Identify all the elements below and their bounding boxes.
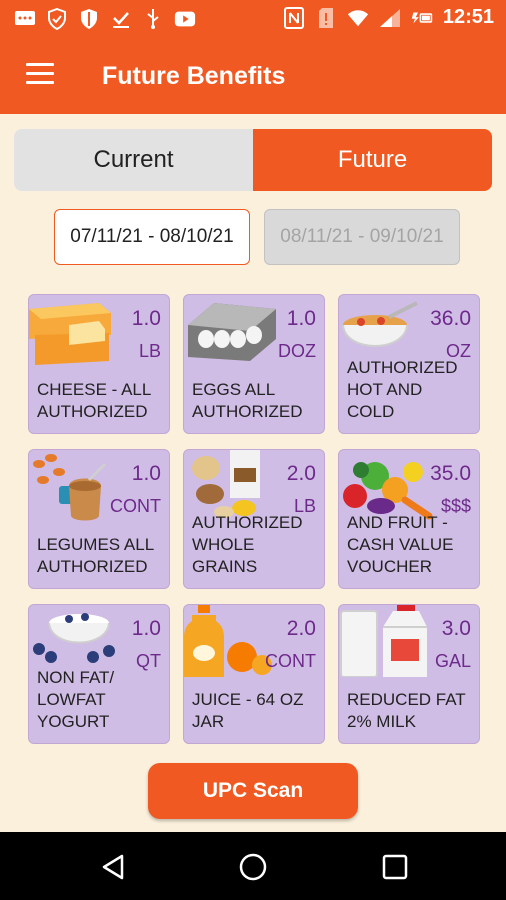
- benefit-unit: GAL: [434, 651, 471, 671]
- benefit-card[interactable]: 1.0 DOZ EGGS ALL AUTHORIZED: [183, 294, 325, 434]
- benefit-description: AUTHORIZED HOT AND COLD: [347, 358, 458, 421]
- tab-future[interactable]: Future: [253, 129, 492, 191]
- shield-icon: [46, 8, 68, 30]
- message-icon: [14, 8, 36, 30]
- battery-charging-icon: [411, 7, 433, 29]
- benefit-quantity: 1.0: [286, 307, 316, 330]
- date-range-future-button[interactable]: 08/11/21 - 09/10/21: [264, 209, 460, 265]
- benefit-unit: CONT: [110, 496, 161, 516]
- status-right-icons: 12:51: [283, 6, 494, 29]
- milk-icon: [340, 605, 427, 677]
- benefit-description: REDUCED FAT 2% MILK: [347, 690, 466, 731]
- benefit-quantity: 35.0: [430, 462, 471, 485]
- status-bar: 12:51: [0, 0, 506, 38]
- benefit-description: EGGS ALL AUTHORIZED: [192, 380, 303, 421]
- wifi-icon: [347, 7, 369, 29]
- back-icon[interactable]: [98, 852, 128, 882]
- benefit-quantity: 1.0: [131, 617, 161, 640]
- benefit-description: NON FAT/LOWFAT YOGURT: [37, 668, 115, 731]
- benefit-quantity: 2.0: [286, 462, 316, 485]
- benefit-card[interactable]: 3.0 GAL REDUCED FAT 2% MILK: [338, 604, 480, 744]
- benefit-card[interactable]: 36.0 OZ AUTHORIZED HOT AND COLD: [338, 294, 480, 434]
- benefit-card[interactable]: 35.0 $$$ AND FRUIT - CASH VALUE VOUCHER: [338, 449, 480, 589]
- benefit-unit: LB: [138, 341, 161, 361]
- benefit-description: AND FRUIT - CASH VALUE VOUCHER: [347, 513, 454, 576]
- benefit-description: LEGUMES ALL AUTHORIZED: [37, 535, 155, 576]
- status-time: 12:51: [442, 6, 494, 28]
- signal-icon: [379, 7, 401, 29]
- benefit-card[interactable]: 2.0 CONT JUICE - 64 OZ JAR: [183, 604, 325, 744]
- benefit-card[interactable]: 1.0 QT NON FAT/LOWFAT YOGURT: [28, 604, 170, 744]
- period-toggle: Current Future: [14, 129, 492, 191]
- benefit-card[interactable]: 2.0 LB AUTHORIZED WHOLE GRAINS: [183, 449, 325, 589]
- usb-icon: [142, 8, 164, 30]
- benefit-unit: DOZ: [278, 341, 316, 361]
- tab-current[interactable]: Current: [14, 129, 253, 191]
- nfc-icon: [283, 6, 305, 29]
- eggs-icon: [188, 303, 276, 361]
- benefit-quantity: 1.0: [131, 462, 161, 485]
- hamburger-menu-icon[interactable]: [26, 63, 54, 87]
- recent-apps-icon[interactable]: [380, 852, 410, 882]
- benefit-unit: CONT: [265, 651, 316, 671]
- upc-scan-button[interactable]: UPC Scan: [148, 763, 358, 819]
- app-bar: Future Benefits: [0, 38, 506, 114]
- benefit-description: CHEESE - ALL AUTHORIZED: [37, 380, 152, 421]
- check-icon: [110, 8, 132, 30]
- home-icon[interactable]: [238, 852, 268, 882]
- page-title: Future Benefits: [102, 62, 286, 90]
- navigation-bar: [0, 832, 506, 900]
- benefit-quantity: 2.0: [286, 617, 316, 640]
- benefit-quantity: 3.0: [441, 617, 471, 640]
- benefit-quantity: 1.0: [131, 307, 161, 330]
- benefit-card[interactable]: 1.0 LB CHEESE - ALL AUTHORIZED: [28, 294, 170, 434]
- cheese-icon: [29, 303, 111, 365]
- benefit-quantity: 36.0: [430, 307, 471, 330]
- benefit-card[interactable]: 1.0 CONT LEGUMES ALL AUTHORIZED: [28, 449, 170, 589]
- sim-alert-icon: [315, 7, 337, 29]
- shield-icon: [78, 8, 100, 30]
- benefit-description: AUTHORIZED WHOLE GRAINS: [192, 513, 303, 576]
- status-left-icons: [14, 8, 196, 30]
- date-range-current-button[interactable]: 07/11/21 - 08/10/21: [54, 209, 250, 265]
- youtube-icon: [174, 8, 196, 30]
- benefit-description: JUICE - 64 OZ JAR: [192, 690, 304, 731]
